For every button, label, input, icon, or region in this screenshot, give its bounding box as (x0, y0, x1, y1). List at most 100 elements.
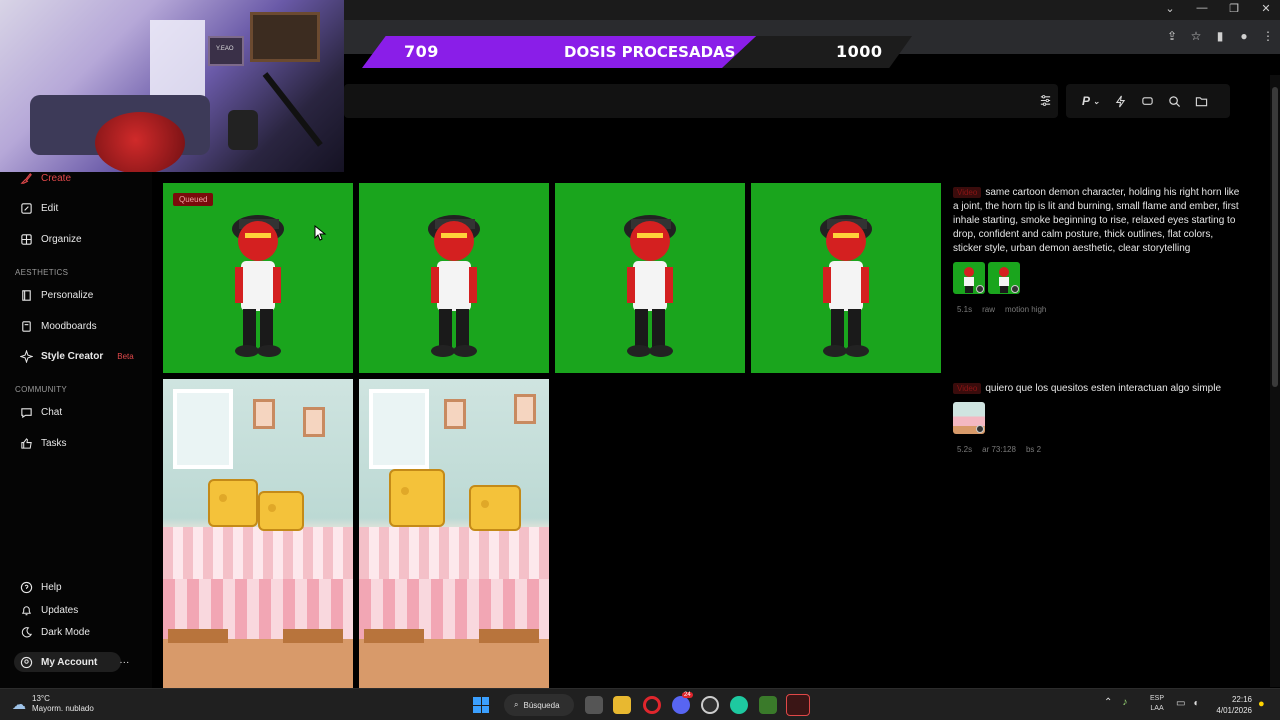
task-view-icon[interactable] (585, 696, 603, 714)
sidebar-item-edit[interactable]: Edit (20, 202, 58, 215)
tab-search-button[interactable]: ⌄ (1164, 2, 1176, 15)
profile-menu[interactable]: P ⌄ (1082, 94, 1100, 108)
clock-date: 4/01/2026 (1216, 706, 1252, 715)
sidebar-item-my-account[interactable]: My Account ··· (20, 656, 129, 669)
sidebar-item-style-creator[interactable]: Style Creator Beta (20, 350, 134, 363)
prompt-thumbnails-2 (953, 402, 985, 434)
toolbar-actions: P ⌄ (1066, 84, 1230, 118)
thumbnail-image[interactable] (988, 262, 1020, 294)
meta-tag[interactable]: bs 2 (1026, 445, 1041, 454)
demon-character-image (624, 215, 676, 357)
chat-bubble-icon[interactable] (1141, 95, 1154, 108)
weather-widget[interactable]: ☁ 13°C Mayorm. nublado (12, 694, 94, 714)
demon-character-image (820, 215, 872, 357)
moon-icon (20, 626, 33, 639)
windows-start-icon[interactable] (473, 697, 489, 713)
share-icon[interactable]: ⇪ (1166, 29, 1178, 43)
taskbar-clock[interactable]: 22:16 4/01/2026 (1208, 694, 1252, 716)
webcam-painting (250, 12, 320, 62)
video-indicator-icon (976, 285, 984, 293)
thumbnail-image[interactable] (953, 402, 985, 434)
sparkle-icon (20, 350, 33, 363)
taskbar-search[interactable]: ⌕ Búsqueda (504, 694, 574, 716)
cheese-scene-bench (283, 629, 343, 643)
cheese-scene-bench (364, 629, 424, 643)
search-icon[interactable] (1168, 95, 1181, 108)
generated-image-tile[interactable]: Queued (163, 183, 353, 373)
folder-icon[interactable] (1195, 95, 1208, 108)
account-more-button[interactable]: ··· (119, 657, 129, 668)
sidebar-item-help[interactable]: Help (20, 581, 62, 594)
sidebar-item-dark-mode[interactable]: Dark Mode (20, 626, 90, 639)
meta-tag[interactable]: 5.2s (957, 445, 972, 454)
profile-label: P (1082, 94, 1091, 108)
windows-taskbar: ☁ 13°C Mayorm. nublado ⌕ Búsqueda 24 ⌃ ♪… (0, 688, 1280, 720)
opera-icon[interactable] (643, 696, 661, 714)
webcam-sign-text: Y.EAO (216, 46, 234, 52)
sidebar-item-create[interactable]: Create (20, 172, 71, 185)
volume-icon[interactable]: ◐ (1193, 698, 1199, 709)
meta-tag[interactable]: ar 73:128 (982, 445, 1016, 454)
bolt-icon[interactable] (1114, 95, 1127, 108)
file-explorer-icon[interactable] (613, 696, 631, 714)
sidebar-item-label: Organize (41, 234, 82, 245)
discord-icon[interactable]: 24 (672, 692, 693, 714)
browser-menu-icon[interactable]: ⋮ (1262, 29, 1274, 43)
sidebar-item-updates[interactable]: Updates (20, 604, 78, 617)
filter-icon[interactable] (1039, 94, 1052, 107)
page-scrollbar[interactable] (1270, 75, 1280, 687)
sidebar-item-tasks[interactable]: Tasks (20, 437, 67, 450)
generated-image-tile[interactable] (359, 183, 549, 373)
edit-icon (20, 202, 33, 215)
microphone-icon[interactable]: ♪ (1122, 697, 1127, 708)
meta-tag[interactable]: motion high (1005, 305, 1046, 314)
notification-bell-icon[interactable]: ● (1258, 698, 1265, 710)
obs-icon[interactable] (701, 696, 719, 714)
generated-image-tile[interactable] (163, 379, 353, 688)
sidebar-item-chat[interactable]: Chat (20, 406, 62, 419)
app-icon[interactable] (730, 696, 748, 714)
community-section-label: COMMUNITY (15, 385, 68, 394)
side-panel-icon[interactable]: ▮ (1214, 29, 1226, 43)
sidebar-item-label: Help (41, 582, 62, 593)
language-indicator[interactable]: ESP LAA (1150, 694, 1164, 714)
thumbnail-image[interactable] (953, 262, 985, 294)
system-tray: ⌃ ♪ (1104, 697, 1127, 708)
webcam-picture-frame: Y.EAO (208, 36, 244, 66)
close-window-button[interactable]: ✕ (1260, 2, 1272, 15)
cheese-scene-bench (168, 629, 228, 643)
imagine-prompt-bar[interactable] (344, 84, 1058, 118)
search-label: Búsqueda (523, 700, 560, 710)
aesthetics-section-label: AESTHETICS (15, 268, 69, 277)
meta-tag[interactable]: raw (982, 305, 995, 314)
network-icon[interactable]: ▭ (1176, 698, 1185, 709)
chevron-up-icon[interactable]: ⌃ (1104, 697, 1112, 708)
sidebar-item-personalize[interactable]: Personalize (20, 289, 93, 302)
scrollbar-thumb[interactable] (1272, 87, 1278, 387)
profile-icon[interactable]: ● (1238, 29, 1250, 43)
active-app-icon[interactable] (786, 694, 810, 716)
minimize-button[interactable]: — (1196, 2, 1208, 15)
meta-tag[interactable]: 5.1s (957, 305, 972, 314)
search-icon: ⌕ (514, 700, 519, 709)
sidebar-item-label: Tasks (41, 438, 67, 449)
doses-title: DOSIS PROCESADAS (564, 43, 736, 61)
prompt-text-2[interactable]: Video quiero que los quesitos esten inter… (953, 382, 1243, 396)
prompt-text-1[interactable]: Video same cartoon demon character, holdi… (953, 186, 1243, 256)
webcam-window (150, 20, 205, 100)
beta-badge: Beta (117, 352, 134, 361)
webcam-overlay: Y.EAO (0, 0, 344, 172)
sidebar-item-moodboards[interactable]: Moodboards (20, 320, 97, 333)
bookmark-star-icon[interactable]: ☆ (1190, 29, 1202, 43)
cheese-scene-floor (359, 639, 549, 688)
generated-image-tile[interactable] (751, 183, 941, 373)
book-icon (20, 289, 33, 302)
clock-time: 22:16 (1231, 695, 1252, 704)
generated-image-tile[interactable] (555, 183, 745, 373)
app-icon[interactable] (759, 696, 777, 714)
restore-button[interactable]: ❐ (1228, 2, 1240, 15)
generated-image-tile[interactable] (359, 379, 549, 688)
prompt-meta-2: 5.2s ar 73:128 bs 2 (957, 445, 1041, 454)
sidebar-item-organize[interactable]: Organize (20, 233, 82, 246)
help-icon (20, 581, 33, 594)
